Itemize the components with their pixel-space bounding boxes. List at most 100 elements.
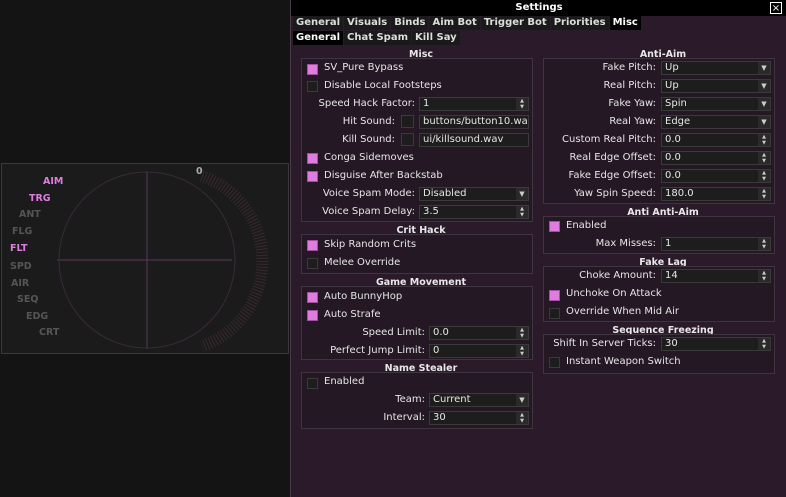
fake-yaw-chevron-down-icon[interactable]: ▼	[758, 98, 770, 110]
kill-sound-label: Kill Sound:	[342, 134, 395, 145]
voice-delay-spinner[interactable]: ▲ ▼	[516, 206, 528, 218]
interval-label: Interval:	[383, 412, 425, 423]
radar-label-flt: FLT	[10, 243, 28, 254]
melee-override-checkbox[interactable]	[307, 258, 318, 269]
voice-mode-select[interactable]: Disabled	[419, 187, 529, 201]
tab-misc[interactable]: Misc	[609, 16, 641, 30]
team-chevron-down-icon[interactable]: ▼	[516, 394, 528, 406]
misc-panel: SV_Pure Bypass Disable Local Footsteps S…	[301, 58, 533, 222]
tab-binds[interactable]: Binds	[391, 16, 429, 30]
override-air-checkbox[interactable]	[549, 308, 560, 319]
voice-delay-field[interactable]: 3.5	[419, 205, 529, 219]
conga-checkbox[interactable]	[307, 153, 318, 164]
bhop-label: Auto BunnyHop	[324, 291, 403, 302]
skip-crits-label: Skip Random Crits	[324, 239, 417, 250]
yaw-spin-label: Yaw Spin Speed:	[574, 188, 656, 199]
anti-antiaim-checkbox[interactable]	[549, 221, 560, 232]
settings-window: Settings × General Visuals Binds Aim Bot…	[290, 0, 786, 497]
sub-tabs: General Chat Spam Kill Say	[293, 31, 461, 45]
fake-edge-field[interactable]: 0.0	[661, 169, 771, 183]
speed-hack-field[interactable]: 1	[419, 97, 529, 111]
fake-edge-spinner[interactable]: ▲ ▼	[758, 170, 770, 182]
fake-edge-label: Fake Edge Offset:	[568, 170, 657, 181]
shift-ticks-spinner[interactable]: ▲ ▼	[758, 338, 770, 350]
sv-pure-bypass-checkbox[interactable]	[307, 64, 318, 75]
disguise-label: Disguise After Backstab	[324, 170, 443, 181]
close-button[interactable]: ×	[770, 2, 782, 14]
fake-pitch-label: Fake Pitch:	[602, 62, 656, 73]
instant-switch-checkbox[interactable]	[549, 357, 560, 368]
fake-pitch-chevron-down-icon[interactable]: ▼	[758, 62, 770, 74]
hit-sound-browse[interactable]	[401, 115, 414, 128]
real-yaw-select[interactable]: Edge	[661, 115, 771, 129]
real-pitch-select[interactable]: Up	[661, 79, 771, 93]
subtab-chat-spam[interactable]: Chat Spam	[344, 31, 411, 45]
subtab-general[interactable]: General	[293, 31, 343, 45]
yaw-spin-spinner[interactable]: ▲ ▼	[758, 188, 770, 200]
real-edge-spinner[interactable]: ▲ ▼	[758, 152, 770, 164]
speed-hack-label: Speed Hack Factor:	[318, 98, 415, 109]
name-stealer-panel: Enabled Team: Current ▼ Interval: 30 ▲ ▼	[301, 372, 533, 429]
custom-real-pitch-field[interactable]: 0.0	[661, 133, 771, 147]
radar-panel: 0 AIM TRG ANT FLG FLT SPD AIR SEQ EDG CR…	[1, 163, 289, 354]
real-edge-label: Real Edge Offset:	[569, 152, 657, 163]
seqfreeze-panel: Shift In Server Ticks: 30 ▲ ▼ Instant Wea…	[543, 334, 775, 374]
fake-yaw-label: Fake Yaw:	[608, 98, 656, 109]
kill-sound-field[interactable]: ui/killsound.wav	[419, 133, 529, 147]
choke-field[interactable]: 14	[661, 269, 771, 283]
disable-footsteps-checkbox[interactable]	[307, 81, 318, 92]
radar-label-flg: FLG	[12, 226, 33, 237]
choke-spinner[interactable]: ▲ ▼	[758, 270, 770, 282]
real-edge-field[interactable]: 0.0	[661, 151, 771, 165]
max-misses-spinner[interactable]: ▲ ▼	[758, 238, 770, 250]
strafe-checkbox[interactable]	[307, 310, 318, 321]
radar-label-edg: EDG	[26, 311, 49, 322]
fake-pitch-select[interactable]: Up	[661, 61, 771, 75]
kill-sound-browse[interactable]	[401, 133, 414, 146]
radar-label-spd: SPD	[10, 261, 32, 272]
bhop-checkbox[interactable]	[307, 292, 318, 303]
skip-crits-checkbox[interactable]	[307, 240, 318, 251]
fake-yaw-select[interactable]: Spin	[661, 97, 771, 111]
perfect-jump-field[interactable]: 0	[429, 344, 529, 358]
main-tabs: General Visuals Binds Aim Bot Trigger Bo…	[293, 16, 642, 30]
subtab-kill-say[interactable]: Kill Say	[412, 31, 460, 45]
antiaim-panel: Fake Pitch: Up ▼ Real Pitch: Up ▼ Fake Y…	[543, 58, 775, 204]
movement-panel: Auto BunnyHop Auto Strafe Speed Limit: 0…	[301, 286, 533, 360]
speed-hack-spinner[interactable]: ▲ ▼	[516, 98, 528, 110]
tab-priorities[interactable]: Priorities	[550, 16, 609, 30]
instant-switch-label: Instant Weapon Switch	[566, 356, 681, 367]
name-stealer-checkbox[interactable]	[307, 378, 318, 389]
speed-limit-field[interactable]: 0.0	[429, 326, 529, 340]
custom-real-pitch-spinner[interactable]: ▲ ▼	[758, 134, 770, 146]
override-air-label: Override When Mid Air	[566, 306, 680, 317]
real-pitch-label: Real Pitch:	[603, 80, 656, 91]
voice-mode-chevron-down-icon[interactable]: ▼	[516, 188, 528, 200]
unchoke-checkbox[interactable]	[549, 290, 560, 301]
tab-visuals[interactable]: Visuals	[344, 16, 391, 30]
sv-pure-bypass-label: SV_Pure Bypass	[324, 62, 404, 73]
shift-ticks-field[interactable]: 30	[661, 337, 771, 351]
real-yaw-chevron-down-icon[interactable]: ▼	[758, 116, 770, 128]
real-pitch-chevron-down-icon[interactable]: ▼	[758, 80, 770, 92]
hit-sound-label: Hit Sound:	[342, 116, 395, 127]
max-misses-field[interactable]: 1	[661, 237, 771, 251]
radar-label-trg: TRG	[29, 193, 51, 204]
disguise-checkbox[interactable]	[307, 171, 318, 182]
yaw-spin-field[interactable]: 180.0	[661, 187, 771, 201]
hit-sound-field[interactable]: buttons/button10.wa	[419, 115, 529, 129]
tab-trigger-bot[interactable]: Trigger Bot	[480, 16, 550, 30]
tab-general[interactable]: General	[293, 16, 343, 30]
interval-field[interactable]: 30	[429, 411, 529, 425]
perfect-jump-spinner[interactable]: ▲ ▼	[516, 345, 528, 357]
max-misses-label: Max Misses:	[595, 238, 656, 249]
radar-label-seq: SEQ	[17, 294, 39, 305]
tab-aim-bot[interactable]: Aim Bot	[429, 16, 480, 30]
radar-label-ant: ANT	[19, 209, 41, 220]
team-label: Team:	[395, 394, 425, 405]
team-select[interactable]: Current	[429, 393, 529, 407]
voice-mode-label: Voice Spam Mode:	[322, 188, 415, 199]
interval-spinner[interactable]: ▲ ▼	[516, 412, 528, 424]
speed-limit-spinner[interactable]: ▲ ▼	[516, 327, 528, 339]
radar-label-crt: CRT	[39, 327, 60, 338]
